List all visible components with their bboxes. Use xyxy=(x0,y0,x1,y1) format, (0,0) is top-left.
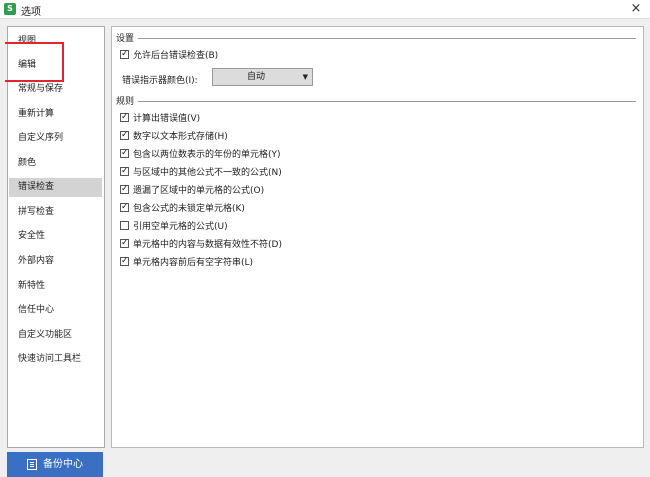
rule-option[interactable]: 数字以文本形式存储(H) xyxy=(120,129,228,144)
backup-document-icon xyxy=(27,459,37,470)
sidebar-item-general-save[interactable]: 常规与保存 xyxy=(9,80,102,99)
error-checking-panel: 设置 允许后台错误检查(B) 错误指示器颜色(I): 自动 ▼ 规则 计算出错误… xyxy=(111,26,644,448)
rule-option[interactable]: 计算出错误值(V) xyxy=(120,111,201,126)
sidebar-item-spell-check[interactable]: 拼写检查 xyxy=(9,203,102,222)
chevron-down-icon: ▼ xyxy=(302,73,308,81)
indicator-color-value: 自动 xyxy=(246,72,265,82)
rule-option[interactable]: 与区域中的其他公式不一致的公式(N) xyxy=(120,165,282,180)
sidebar-item-error-checking[interactable]: 错误检查 xyxy=(9,178,102,197)
options-sidebar: 视图 编辑 常规与保存 重新计算 自定义序列 颜色 错误检查 拼写检查 安全性 … xyxy=(7,26,105,448)
rule-label: 与区域中的其他公式不一致的公式(N) xyxy=(133,168,282,178)
enable-background-check-checkbox[interactable] xyxy=(120,48,129,60)
rules-group-title: 规则 xyxy=(116,97,135,107)
rule-option[interactable]: 单元格中的内容与数据有效性不符(D) xyxy=(120,237,282,252)
title-bar: S 选项 × xyxy=(0,0,650,18)
sidebar-item-new-features[interactable]: 新特性 xyxy=(9,277,102,296)
rule-label: 数字以文本形式存储(H) xyxy=(133,132,228,142)
sidebar-item-color[interactable]: 颜色 xyxy=(9,154,102,173)
backup-center-button[interactable]: 备份中心 xyxy=(7,452,103,477)
rule-checkbox[interactable] xyxy=(120,255,129,267)
backup-center-label: 备份中心 xyxy=(43,459,83,470)
sidebar-item-custom-lists[interactable]: 自定义序列 xyxy=(9,129,102,148)
rule-checkbox[interactable] xyxy=(120,201,129,213)
rule-checkbox[interactable] xyxy=(120,165,129,177)
sidebar-item-security[interactable]: 安全性 xyxy=(9,227,102,246)
sidebar-item-trust-center[interactable]: 信任中心 xyxy=(9,301,102,320)
close-button[interactable]: × xyxy=(628,1,644,17)
red-highlight-box xyxy=(5,42,64,82)
sidebar-item-recalculate[interactable]: 重新计算 xyxy=(9,105,102,124)
sidebar-item-customize-ribbon[interactable]: 自定义功能区 xyxy=(9,326,102,345)
window-title: 选项 xyxy=(21,7,41,18)
rule-checkbox[interactable] xyxy=(120,183,129,195)
rule-option[interactable]: 包含以两位数表示的年份的单元格(Y) xyxy=(120,147,281,162)
rule-label: 引用空单元格的公式(U) xyxy=(133,222,228,232)
rule-label: 计算出错误值(V) xyxy=(133,114,201,124)
rules-divider xyxy=(138,101,636,102)
rule-option[interactable]: 遗漏了区域中的单元格的公式(O) xyxy=(120,183,265,198)
sidebar-item-quick-access-toolbar[interactable]: 快速访问工具栏 xyxy=(9,350,102,369)
rule-label: 遗漏了区域中的单元格的公式(O) xyxy=(133,186,265,196)
rule-option[interactable]: 包含公式的未锁定单元格(K) xyxy=(120,201,245,216)
enable-background-check-option[interactable]: 允许后台错误检查(B) xyxy=(120,48,219,63)
rule-label: 单元格内容前后有空字符串(L) xyxy=(133,258,254,268)
options-dialog: 视图 编辑 常规与保存 重新计算 自定义序列 颜色 错误检查 拼写检查 安全性 … xyxy=(0,18,650,477)
rule-option[interactable]: 单元格内容前后有空字符串(L) xyxy=(120,255,254,270)
rule-label: 包含公式的未锁定单元格(K) xyxy=(133,204,245,214)
app-logo-icon: S xyxy=(4,3,16,15)
rule-label: 单元格中的内容与数据有效性不符(D) xyxy=(133,240,282,250)
enable-background-check-label: 允许后台错误检查(B) xyxy=(133,51,219,61)
indicator-color-label: 错误指示器颜色(I): xyxy=(122,76,198,86)
rule-option[interactable]: 引用空单元格的公式(U) xyxy=(120,220,228,234)
rule-checkbox[interactable] xyxy=(120,111,129,123)
settings-group-title: 设置 xyxy=(116,34,135,44)
rule-checkbox[interactable] xyxy=(120,221,129,230)
rule-label: 包含以两位数表示的年份的单元格(Y) xyxy=(133,150,281,160)
indicator-color-select[interactable]: 自动 ▼ xyxy=(212,68,313,86)
rule-checkbox[interactable] xyxy=(120,147,129,159)
sidebar-item-external-content[interactable]: 外部内容 xyxy=(9,252,102,271)
rule-checkbox[interactable] xyxy=(120,129,129,141)
settings-divider xyxy=(138,38,636,39)
rule-checkbox[interactable] xyxy=(120,237,129,249)
